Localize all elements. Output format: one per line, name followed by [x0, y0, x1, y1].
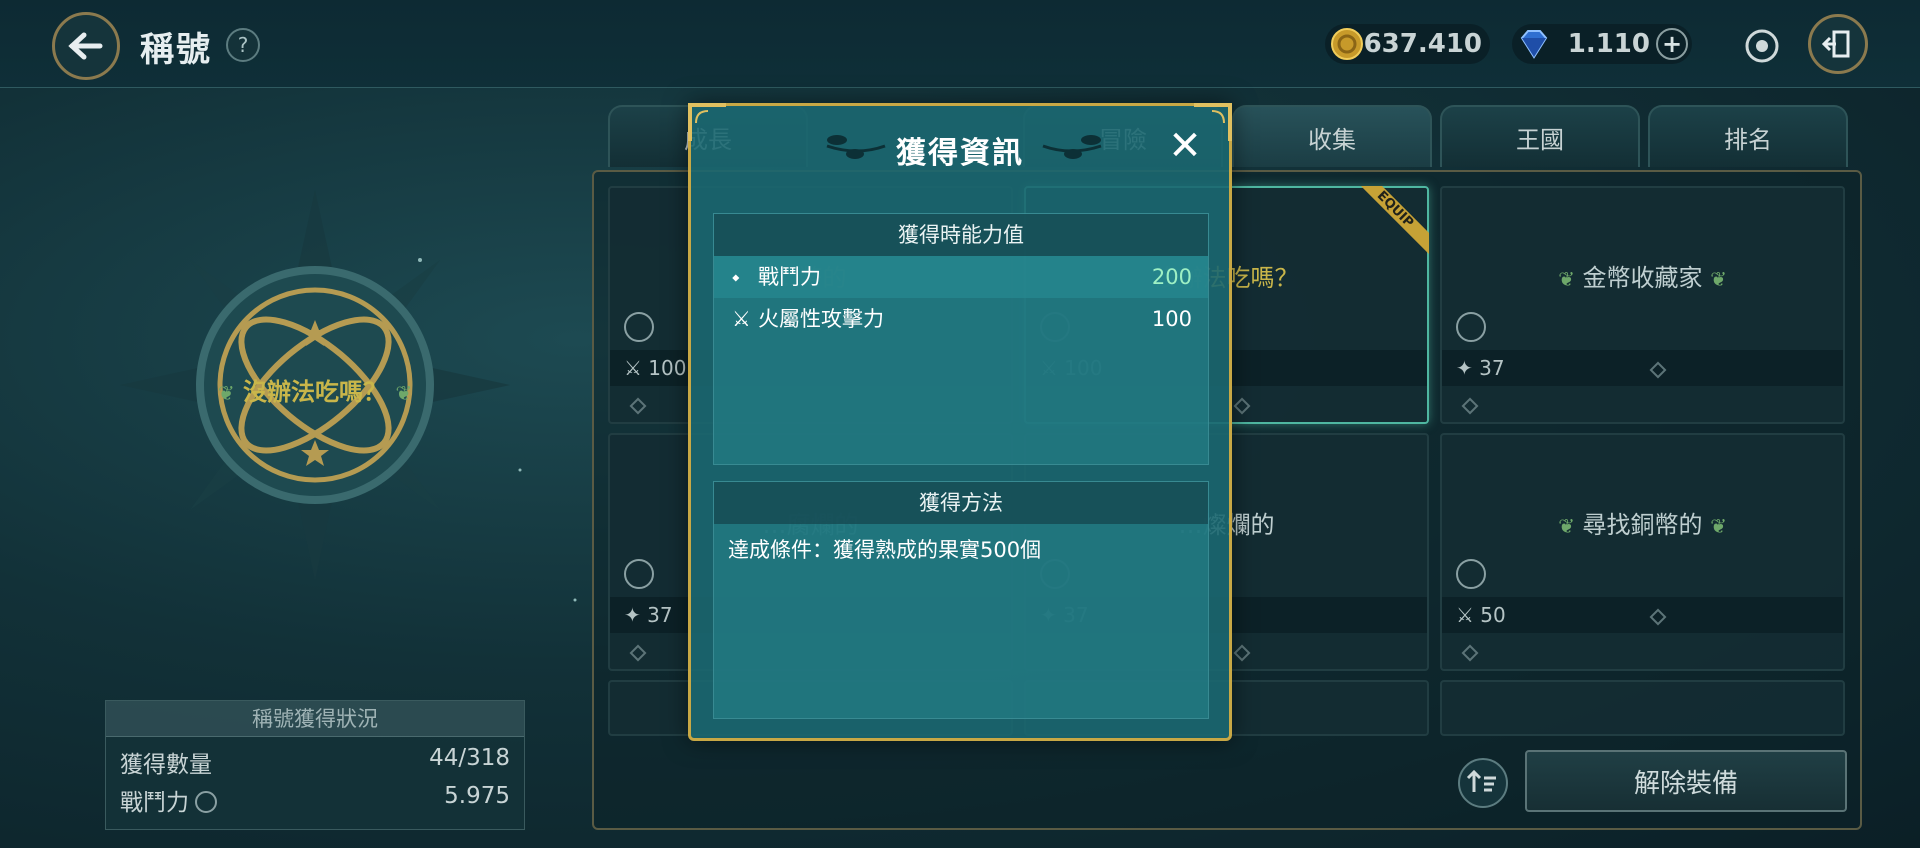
- leaf-icon: ❦: [217, 381, 235, 405]
- tab-kingdom[interactable]: 王國: [1440, 105, 1640, 167]
- acquire-info-modal: 獲得資訊 ✕ 獲得時能力值 ⬩ 戰鬥力 200 ⚔ 火屬性攻擊力 100 獲得方…: [688, 103, 1232, 741]
- card-title: ❦ 尋找銅幣的 ❦: [1558, 511, 1727, 539]
- target-icon[interactable]: [1742, 26, 1782, 66]
- count-value: 44/318: [429, 745, 510, 771]
- card-stat: ✦ 37: [1442, 350, 1843, 386]
- title-card[interactable]: [1440, 680, 1845, 736]
- blue-gem-icon: [1520, 30, 1548, 59]
- stat-value: 100: [1151, 307, 1192, 331]
- top-bar: 稱號 ? 637.410 1.110 +: [0, 0, 1920, 88]
- stats-heading: 獲得時能力值: [714, 214, 1208, 256]
- gold-amount: 637.410: [1363, 29, 1482, 59]
- diamond-icon: [1233, 644, 1251, 662]
- sort-button[interactable]: [1458, 758, 1508, 808]
- gem-amount: 1.110: [1567, 29, 1650, 59]
- search-icon[interactable]: [1456, 312, 1486, 342]
- back-button[interactable]: [52, 12, 120, 80]
- exit-button[interactable]: [1808, 14, 1868, 74]
- title-status-box: 稱號獲得狀況 獲得數量 44/318 戰鬥力 5.975: [105, 700, 525, 830]
- diamond-icon: [629, 397, 647, 415]
- count-label: 獲得數量: [120, 752, 212, 778]
- leaf-icon: ❦: [1710, 267, 1727, 291]
- stat-row: ⚔ 火屬性攻擊力 100: [714, 298, 1208, 340]
- power-label: 戰鬥力: [120, 783, 217, 817]
- leaf-icon: ❦: [1710, 514, 1727, 538]
- stat-label: 火屬性攻擊力: [758, 307, 884, 331]
- leaf-icon: ❦: [395, 381, 413, 405]
- card-stat: ⚔ 50: [1442, 597, 1843, 633]
- current-title-text: 沒辦法吃嗎？: [243, 378, 387, 406]
- help-button[interactable]: ?: [226, 28, 260, 62]
- current-title-label: ❦ 沒辦法吃嗎？ ❦: [210, 372, 420, 407]
- tab-collection[interactable]: 收集: [1232, 105, 1432, 167]
- search-icon[interactable]: [1456, 559, 1486, 589]
- status-power-row: 戰鬥力 5.975: [106, 775, 524, 816]
- diamond-icon: [1233, 397, 1251, 415]
- title-card[interactable]: ❦ 金幣收藏家 ❦ ✦ 37: [1440, 186, 1845, 424]
- unequip-button[interactable]: 解除裝備: [1525, 750, 1847, 812]
- gold-counter: 637.410: [1325, 24, 1490, 64]
- leaf-icon: ❦: [1558, 267, 1575, 291]
- status-heading: 稱號獲得狀況: [106, 701, 524, 737]
- page-title: 稱號: [140, 30, 212, 70]
- sword-icon: ⚔: [732, 307, 751, 331]
- exit-door-icon: [1822, 30, 1850, 58]
- method-heading: 獲得方法: [714, 482, 1208, 524]
- diamond-icon: [629, 644, 647, 662]
- equip-badge: EQUIP: [1359, 186, 1429, 256]
- power-value: 5.975: [444, 783, 510, 809]
- method-section: 獲得方法 達成條件：獲得熟成的果實500個: [713, 481, 1209, 719]
- stats-section: 獲得時能力值 ⬩ 戰鬥力 200 ⚔ 火屬性攻擊力 100: [713, 213, 1209, 465]
- method-text: 達成條件：獲得熟成的果實500個: [728, 538, 1042, 562]
- tab-ranking[interactable]: 排名: [1648, 105, 1848, 167]
- diamond-icon: [1461, 397, 1479, 415]
- back-arrow-icon: [68, 32, 103, 60]
- modal-title: 獲得資訊: [896, 136, 1024, 171]
- diamond-icon: [1461, 644, 1479, 662]
- diamond-small-icon: ⬩: [732, 265, 740, 289]
- search-icon[interactable]: [624, 312, 654, 342]
- leaf-ornament-icon: [1042, 135, 1102, 159]
- leaf-icon: ❦: [1558, 514, 1575, 538]
- stat-label: 戰鬥力: [758, 265, 821, 289]
- gem-counter: 1.110 +: [1512, 24, 1692, 64]
- search-icon[interactable]: [195, 791, 217, 813]
- title-card[interactable]: ❦ 尋找銅幣的 ❦ ⚔ 50: [1440, 433, 1845, 671]
- search-icon[interactable]: [624, 559, 654, 589]
- stat-value: 200: [1151, 265, 1192, 289]
- add-gem-button[interactable]: +: [1656, 28, 1688, 60]
- card-title: ❦ 金幣收藏家 ❦: [1558, 264, 1727, 292]
- status-count-row: 獲得數量 44/318: [106, 737, 524, 778]
- stat-row: ⬩ 戰鬥力 200: [714, 256, 1208, 298]
- sort-icon: [1466, 769, 1496, 792]
- close-button[interactable]: ✕: [1165, 126, 1205, 166]
- gold-coin-icon: [1331, 28, 1363, 60]
